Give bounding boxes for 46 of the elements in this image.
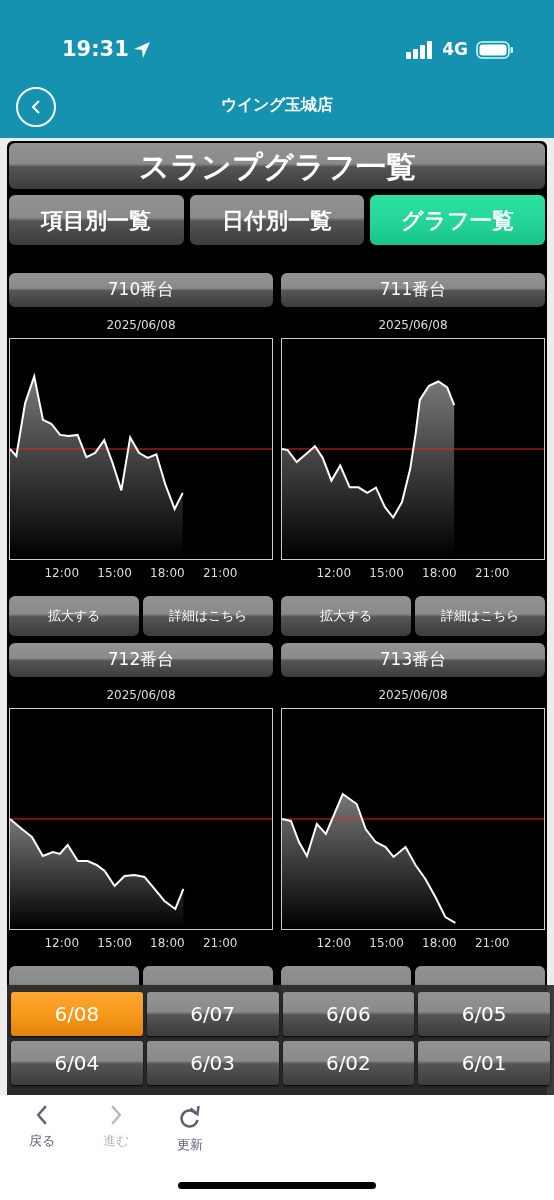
- time-tick-label: 21:00: [201, 565, 239, 582]
- network-label: 4G: [442, 37, 468, 61]
- toolbar-label: 進む: [103, 1132, 129, 1150]
- toolbar-button[interactable]: 戻る: [20, 1105, 64, 1182]
- date-button[interactable]: 6/04: [11, 1041, 143, 1085]
- time-tick-label: 18:00: [421, 565, 458, 582]
- graph-date: 2025/06/08: [377, 317, 449, 334]
- time-tick-label: 15:00: [368, 935, 405, 952]
- date-button[interactable]: 6/05: [418, 992, 550, 1036]
- date-button[interactable]: 6/02: [282, 1041, 415, 1085]
- details-button[interactable]: 詳細はこちら: [143, 596, 273, 636]
- time-tick-label: 12:00: [43, 565, 81, 582]
- zoom-button[interactable]: 拡大する: [9, 596, 139, 636]
- graph-date: 2025/06/08: [105, 687, 177, 704]
- date-button[interactable]: 6/07: [146, 992, 279, 1036]
- tab[interactable]: 項目別一覧: [9, 195, 184, 245]
- machine-label-button[interactable]: 711番台: [281, 273, 545, 307]
- time-tick-label: 12:00: [43, 935, 81, 952]
- machine-label-button[interactable]: 713番台: [281, 643, 545, 677]
- date-button[interactable]: 6/03: [146, 1041, 279, 1085]
- time-tick-label: 18:00: [421, 935, 458, 952]
- time-tick-label: 21:00: [201, 935, 239, 952]
- toolbar-button[interactable]: 更新: [168, 1105, 212, 1182]
- time-tick-label: 15:00: [96, 935, 133, 952]
- toolbar-label: 戻る: [29, 1132, 55, 1150]
- machine-label-button[interactable]: 710番台: [9, 273, 273, 307]
- machine-label-button[interactable]: 712番台: [9, 643, 273, 677]
- time-tick-label: 18:00: [149, 935, 186, 952]
- date-button[interactable]: 6/06: [282, 992, 415, 1036]
- time-tick-label: 18:00: [149, 565, 186, 582]
- time-tick-label: 21:00: [473, 935, 511, 952]
- time-tick-label: 12:00: [315, 935, 353, 952]
- status-time: 19:31: [62, 35, 129, 63]
- details-button[interactable]: 詳細はこちら: [415, 596, 545, 636]
- page-title: スランプグラフ一覧: [9, 143, 545, 189]
- date-button[interactable]: 6/01: [418, 1041, 550, 1085]
- store-title: ウイング玉城店: [221, 94, 333, 116]
- time-tick-label: 15:00: [368, 565, 405, 582]
- time-tick-label: 12:00: [315, 565, 353, 582]
- graph-date: 2025/06/08: [377, 687, 449, 704]
- time-tick-label: 21:00: [473, 565, 511, 582]
- tab[interactable]: 日付別一覧: [189, 195, 365, 245]
- toolbar-label: 更新: [177, 1136, 203, 1154]
- zoom-button[interactable]: 拡大する: [281, 596, 411, 636]
- time-tick-label: 15:00: [96, 565, 133, 582]
- graph-date: 2025/06/08: [105, 317, 177, 334]
